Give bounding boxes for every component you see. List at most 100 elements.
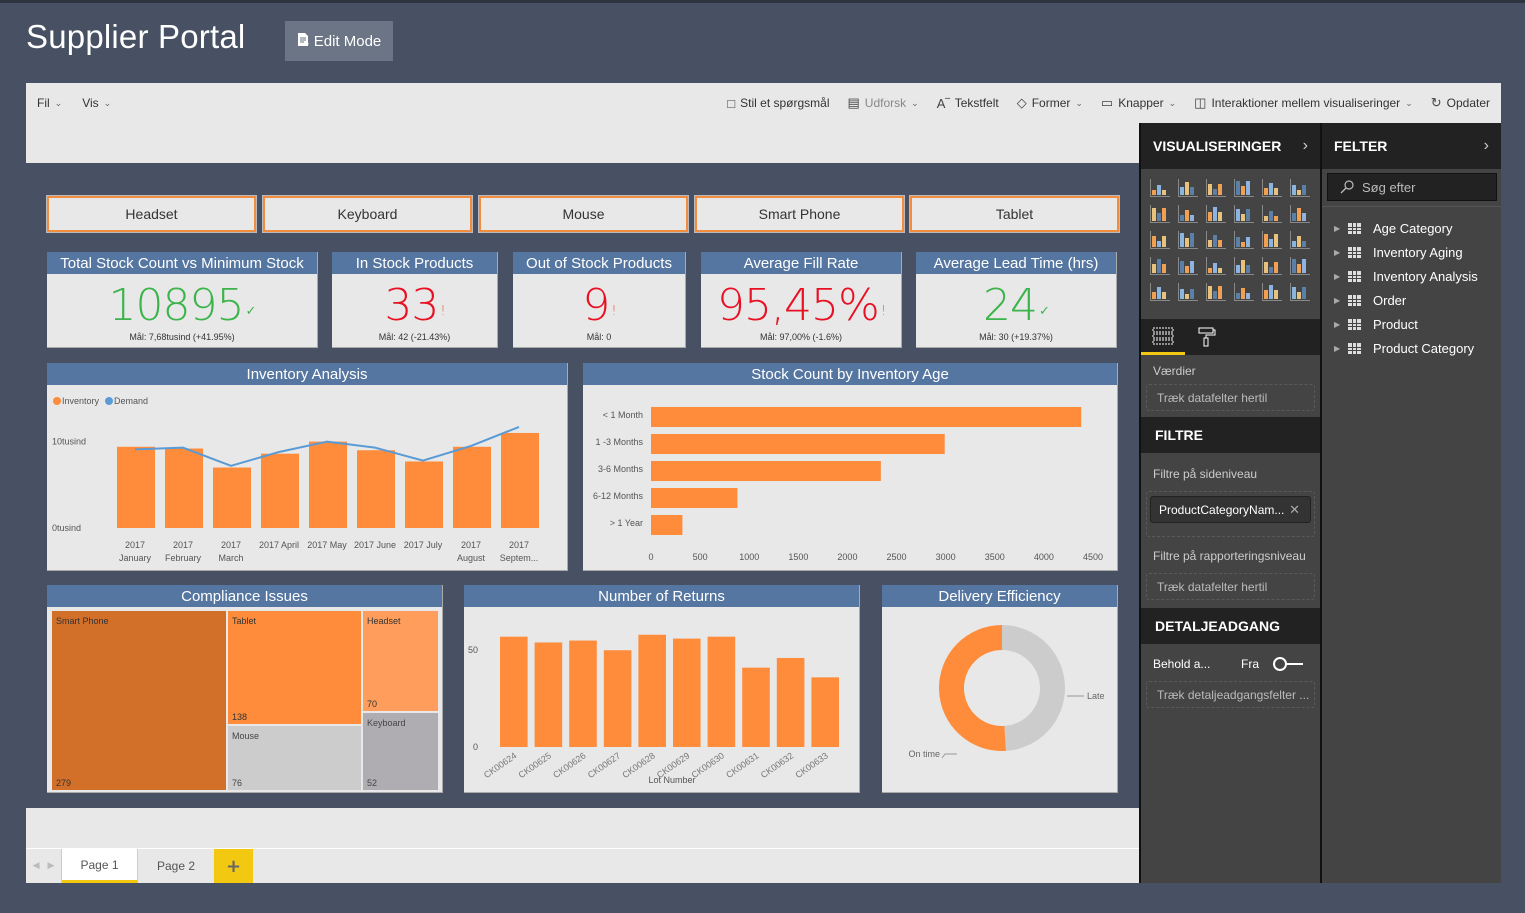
field-table-product[interactable]: ▶ Product [1322,312,1501,336]
report-filters-drop-zone[interactable]: Træk datafelter hertil [1146,573,1315,600]
next-page-icon[interactable]: ▶ [48,861,55,871]
stacked-column-icon[interactable] [1178,179,1198,197]
keep-filters-toggle[interactable] [1273,657,1303,671]
multirow-card-icon[interactable] [1262,257,1282,275]
slicer-icon[interactable] [1150,283,1170,301]
expand-arrow-icon[interactable]: ▶ [1334,320,1348,329]
field-table-product-category[interactable]: ▶ Product Category [1322,336,1501,360]
expand-arrow-icon[interactable]: ▶ [1334,224,1348,233]
drillthrough-drop-zone[interactable]: Træk detaljeadgangsfelter ... [1146,681,1315,708]
treemap-label: Keyboard [367,718,406,728]
field-table-inventory-aging[interactable]: ▶ Inventory Aging [1322,240,1501,264]
stacked-bar-icon[interactable] [1150,179,1170,197]
shape-map-icon[interactable] [1234,283,1254,301]
visual-title: Inventory Analysis [47,363,567,385]
expand-arrow-icon[interactable]: ▶ [1334,296,1348,305]
format-tab[interactable] [1185,319,1229,355]
ribbon-shapes-button[interactable]: ◇ Former ⌄ [1017,95,1083,111]
checkmark-icon: ✓ [1039,304,1050,319]
x-tick-label: 3500 [985,552,1005,562]
ribbon-interactions-button[interactable]: ◫ Interaktioner mellem visualiseringer ⌄ [1194,95,1413,111]
slicer-button-mouse[interactable]: Mouse [478,195,689,233]
gauge-icon[interactable] [1206,257,1226,275]
treemap-tile [228,611,361,724]
treemap-label: Mouse [232,731,259,741]
field-table-age-category[interactable]: ▶ Age Category [1322,216,1501,240]
menu-fil[interactable]: Fil ⌄ [37,96,62,110]
paint-roller-icon [1198,327,1216,347]
number-of-returns-visual[interactable]: Number of Returns 0 50 CK00624 CK00625 CK006… [464,585,860,793]
kpi-card[interactable]: In Stock Products 33! Mål: 42 (-21.43%) [332,252,498,348]
slicer-button-keyboard[interactable]: Keyboard [262,195,473,233]
ribbon-chart-icon[interactable] [1290,205,1310,223]
treemap-icon[interactable] [1262,231,1282,249]
waterfall-icon[interactable] [1150,231,1170,249]
kpi-card[interactable]: Average Fill Rate 95,45%! Mål: 97,00% (-1.… [701,252,902,348]
bar-returns [811,677,839,747]
100-stacked-column-icon[interactable] [1290,179,1310,197]
delivery-donut-chart: Late On time [908,625,1105,759]
delivery-efficiency-visual[interactable]: Delivery Efficiency Late On time [882,585,1118,793]
clustered-bar-icon[interactable] [1206,179,1226,197]
kpi-number: 33 [384,280,439,331]
arcgis-icon[interactable] [1262,283,1282,301]
donut-icon[interactable] [1234,231,1254,249]
kpi-card[interactable]: Total Stock Count vs Minimum Stock 10895 ✓… [47,252,318,348]
page-tab-1[interactable]: Page 1 [62,849,138,883]
expand-arrow-icon[interactable]: ▶ [1334,272,1348,281]
slicer-button-smart-phone[interactable]: Smart Phone [694,195,905,233]
ribbon-buttons-button[interactable]: ▭ Knapper ⌄ [1101,95,1176,111]
slicer-button-headset[interactable]: Headset [46,195,257,233]
line-column-icon[interactable] [1234,205,1254,223]
ribbon-explore-button[interactable]: ▤ Udforsk ⌄ [848,95,919,111]
chevron-down-icon: ⌄ [1405,97,1413,108]
line-clustered-column-icon[interactable] [1262,205,1282,223]
add-page-button[interactable]: + [214,849,253,883]
filter-chip-productcategory[interactable]: ProductCategoryNam... ✕ [1150,496,1311,523]
ribbon-textbox-button[interactable]: A‾ Tekstfelt [937,96,999,111]
bar-inventory [357,450,395,528]
compliance-issues-visual[interactable]: Compliance Issues Smart Phone 279 Tablet 13… [47,585,443,793]
table-icon[interactable] [1178,283,1198,301]
bar-inventory [405,461,443,528]
page-tab-2[interactable]: Page 2 [138,849,214,883]
stacked-area-icon[interactable] [1206,205,1226,223]
bar-inventory [165,448,203,528]
values-drop-zone[interactable]: Træk datafelter hertil [1146,384,1315,411]
collapse-chevron-icon[interactable]: › [1303,137,1308,155]
close-icon[interactable]: ✕ [1289,502,1300,518]
ribbon-refresh-button[interactable]: ↻ Opdater [1431,95,1490,111]
fields-tab[interactable] [1141,319,1185,355]
fields-search-input[interactable]: Søg efter [1327,173,1497,201]
slicer-button-tablet[interactable]: Tablet [909,195,1120,233]
expand-arrow-icon[interactable]: ▶ [1334,248,1348,257]
funnel-icon[interactable] [1178,257,1198,275]
pie-icon[interactable] [1206,231,1226,249]
kpi-card[interactable]: Average Lead Time (hrs) 24 ✓ Mål: 30 (+19.3… [916,252,1117,348]
inventory-analysis-visual[interactable]: Inventory Analysis Inventory Demand 0tusin… [47,363,568,571]
clustered-column-icon[interactable] [1234,179,1254,197]
menu-vis[interactable]: Vis ⌄ [82,96,111,110]
map-icon[interactable] [1290,231,1310,249]
stock-by-age-visual[interactable]: Stock Count by Inventory Age < 1 Month 1 … [583,363,1118,571]
100-stacked-bar-icon[interactable] [1262,179,1282,197]
scatter-icon[interactable] [1178,231,1198,249]
area-chart-icon[interactable] [1178,205,1198,223]
ribbon-speech-bubble-button[interactable]: □ Stil et spørgsmål [727,96,829,111]
prev-page-icon[interactable]: ◀ [33,861,40,871]
line-chart-icon[interactable] [1150,205,1170,223]
kpi-icon[interactable] [1290,257,1310,275]
more-visuals-icon[interactable] [1290,283,1310,301]
expand-arrow-icon[interactable]: ▶ [1334,344,1348,353]
leader-line-ontime [941,753,957,759]
field-table-inventory-analysis[interactable]: ▶ Inventory Analysis [1322,264,1501,288]
card-icon[interactable] [1234,257,1254,275]
filled-map-icon[interactable] [1150,257,1170,275]
edit-mode-button[interactable]: Edit Mode [285,21,393,61]
legend-swatch-demand [105,397,113,405]
matrix-icon[interactable] [1206,283,1226,301]
bar-age [651,461,881,481]
collapse-chevron-icon[interactable]: › [1484,137,1489,155]
field-table-order[interactable]: ▶ Order [1322,288,1501,312]
kpi-card[interactable]: Out of Stock Products 9! Mål: 0 [513,252,686,348]
